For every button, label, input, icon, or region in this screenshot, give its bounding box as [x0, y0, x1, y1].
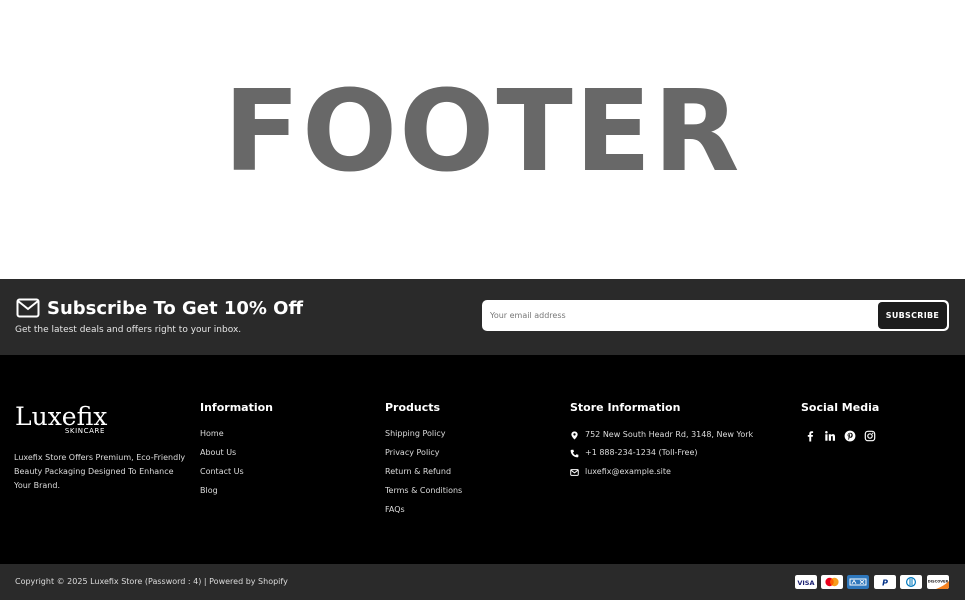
footer-link-return-refund[interactable]: Return & Refund — [385, 467, 451, 477]
footer-link-faqs[interactable]: FAQs — [385, 505, 405, 515]
footer-link-blog[interactable]: Blog — [200, 486, 218, 496]
footer-link-about-us[interactable]: About Us — [200, 448, 236, 458]
footer-link-home[interactable]: Home — [200, 429, 224, 439]
brand-description: Luxefix Store Offers Premium, Eco-Friend… — [14, 453, 186, 490]
facebook-icon[interactable] — [804, 430, 816, 442]
store-email[interactable]: luxefix@example.site — [585, 467, 671, 477]
pinterest-icon[interactable] — [844, 430, 856, 442]
paypal-icon: P — [874, 575, 896, 589]
discover-label: DISCOVER — [928, 579, 949, 583]
location-pin-icon — [571, 431, 578, 440]
information-heading: Information — [200, 401, 273, 414]
logo-subtitle: SKINCARE — [65, 427, 105, 435]
hero-section: FOOTER — [0, 0, 965, 279]
footer-link-terms-conditions[interactable]: Terms & Conditions — [385, 486, 462, 496]
mail-icon — [570, 469, 579, 476]
instagram-icon[interactable] — [864, 430, 876, 442]
copyright-text: Copyright © 2025 Luxefix Store (Password… — [15, 577, 288, 586]
products-heading: Products — [385, 401, 441, 414]
paypal-label: P — [882, 579, 888, 588]
mastercard-icon — [821, 575, 843, 589]
discover-icon: DISCOVER — [927, 575, 949, 589]
phone-icon — [570, 449, 579, 458]
diners-club-icon — [900, 575, 922, 589]
hero-title: FOOTER — [223, 67, 742, 197]
visa-label: VISA — [797, 579, 814, 587]
mail-icon — [16, 298, 40, 318]
subscribe-title: Subscribe To Get 10% Off — [47, 298, 304, 319]
footer-link-contact-us[interactable]: Contact Us — [200, 467, 244, 477]
brand-logo[interactable]: Luxefix SKINCARE — [14, 401, 110, 437]
subscribe-button[interactable]: SUBSCRIBE — [878, 302, 947, 329]
newsletter-form: SUBSCRIBE — [482, 300, 949, 331]
subscribe-subtitle: Get the latest deals and offers right to… — [15, 325, 242, 335]
visa-icon: VISA — [795, 575, 817, 589]
store-address: 752 New South Headr Rd, 3148, New York — [585, 430, 754, 439]
linkedin-icon[interactable] — [824, 430, 836, 442]
social-heading: Social Media — [801, 401, 880, 414]
email-input[interactable] — [490, 305, 870, 326]
footer-link-privacy-policy[interactable]: Privacy Policy — [385, 448, 440, 458]
store-info-heading: Store Information — [570, 401, 681, 414]
store-phone[interactable]: +1 888-234-1234 (Toll-Free) — [585, 448, 698, 458]
footer-link-shipping-policy[interactable]: Shipping Policy — [385, 429, 445, 439]
amex-icon — [847, 575, 869, 589]
